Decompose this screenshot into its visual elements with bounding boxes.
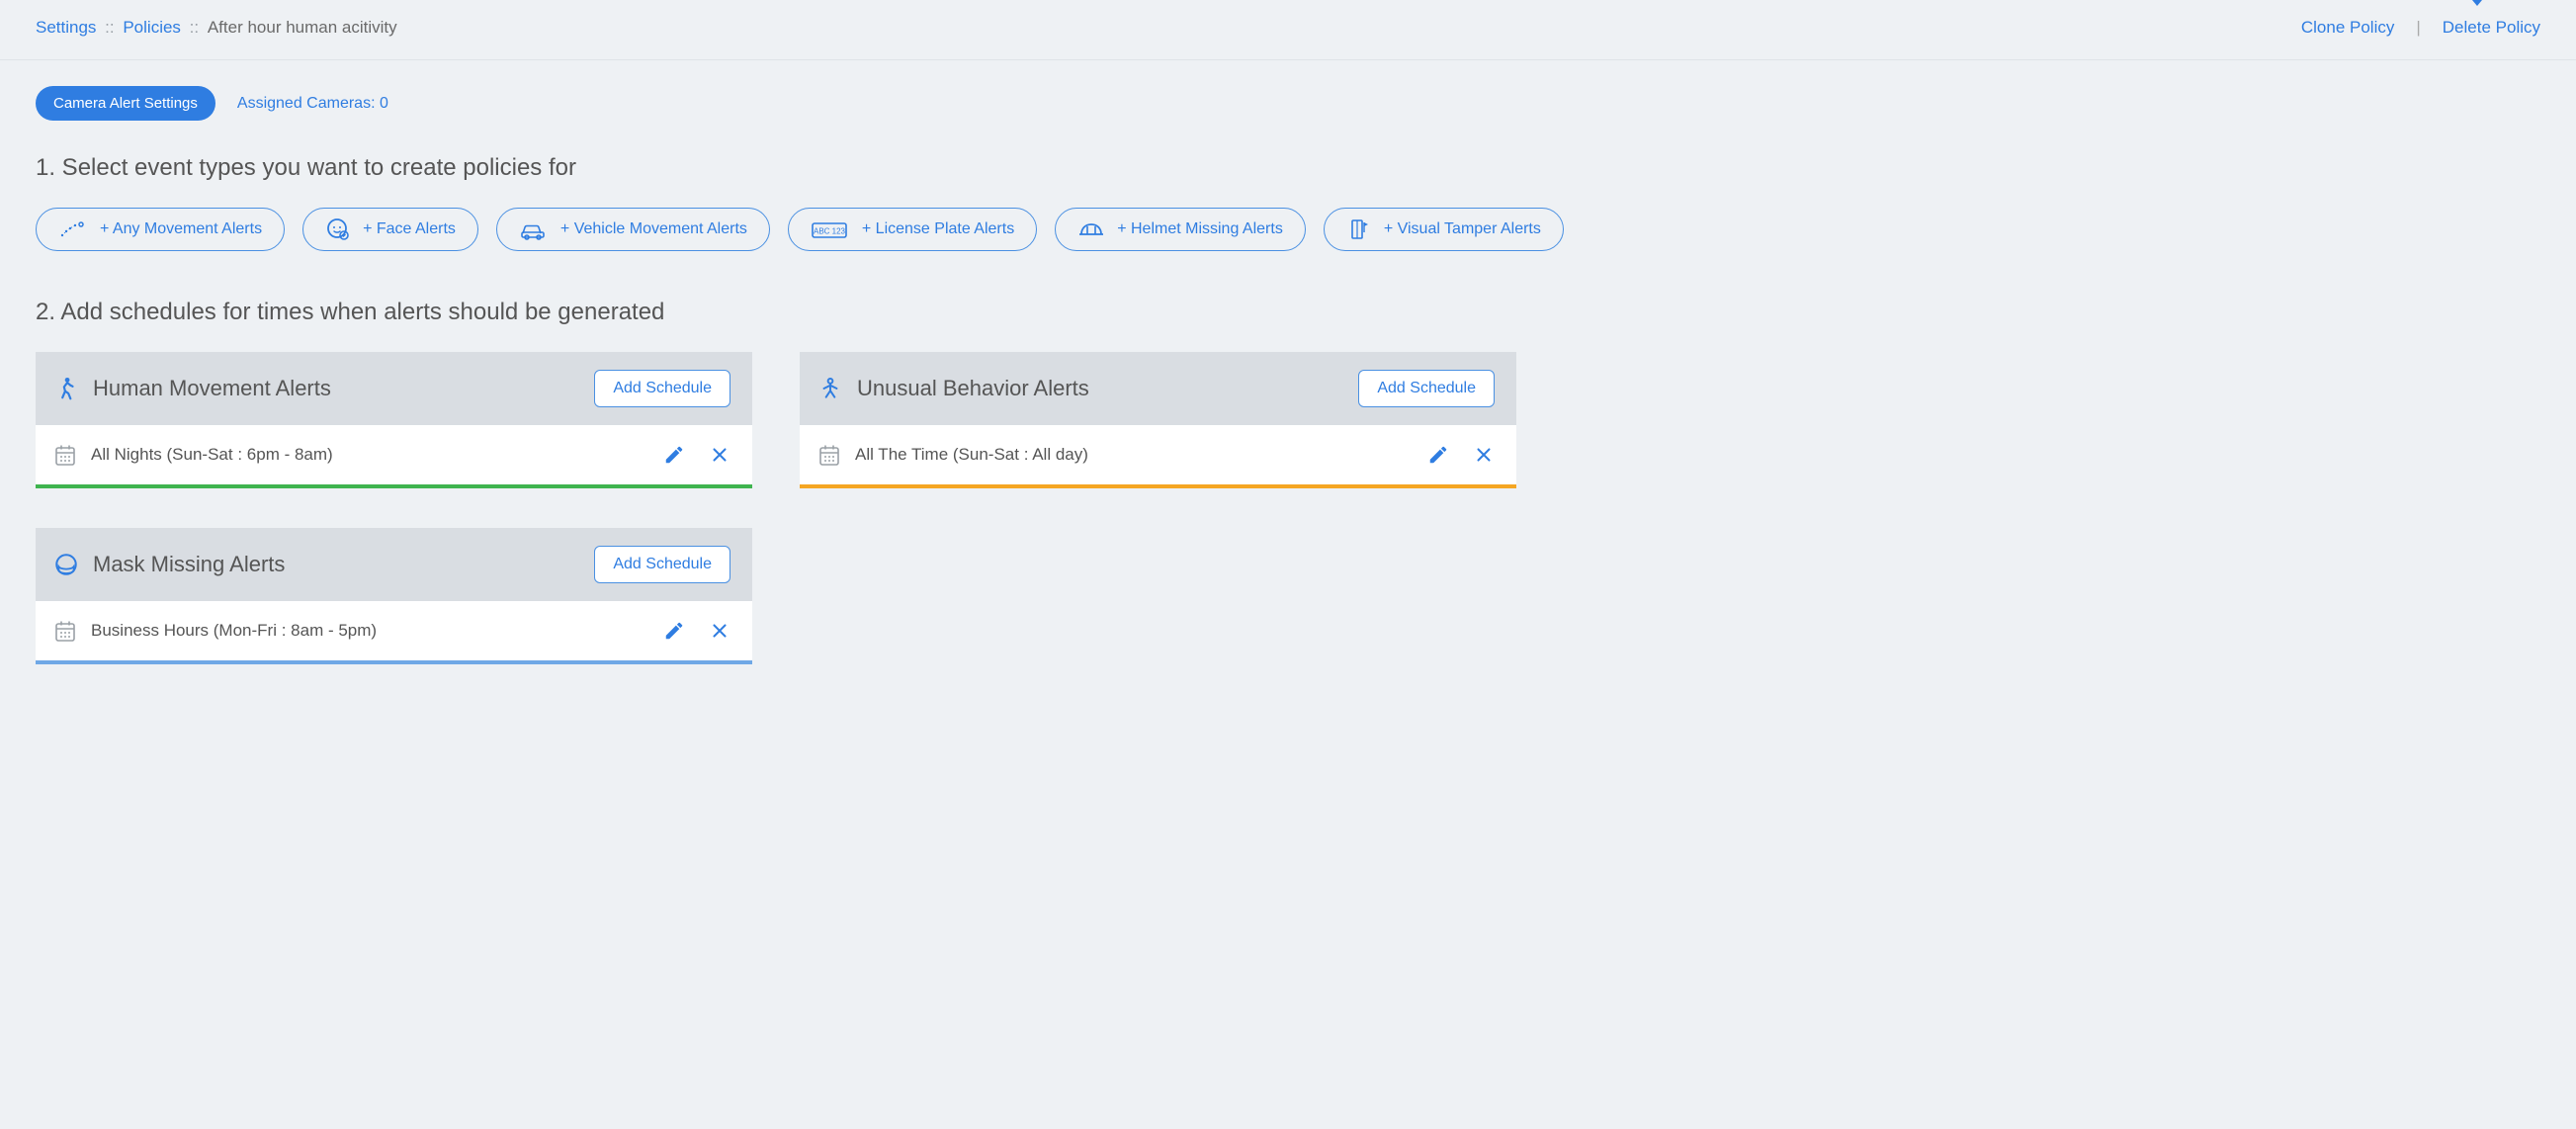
breadcrumb-current: After hour human acitivity [208, 18, 397, 37]
card-title-text: Unusual Behavior Alerts [857, 376, 1089, 401]
calendar-icon [53, 443, 77, 467]
section-2-title: 2. Add schedules for times when alerts s… [36, 299, 2540, 326]
breadcrumb-settings[interactable]: Settings [36, 18, 96, 37]
calendar-icon [53, 619, 77, 643]
delete-policy-link[interactable]: Delete Policy [2443, 18, 2540, 38]
card-mask-missing: Mask Missing Alerts Add Schedule Busines… [36, 528, 752, 664]
chip-label: + Vehicle Movement Alerts [560, 220, 747, 238]
page-body: Camera Alert Settings Assigned Cameras: … [0, 60, 2576, 724]
schedule-info: All The Time (Sun-Sat : All day) [817, 443, 1088, 467]
card-header: Mask Missing Alerts Add Schedule [36, 528, 752, 601]
section-1-title: 1. Select event types you want to create… [36, 154, 2540, 182]
schedule-text: All The Time (Sun-Sat : All day) [855, 445, 1088, 465]
card-title: Unusual Behavior Alerts [817, 376, 1089, 401]
dropdown-caret-icon [2467, 0, 2487, 6]
chip-helmet[interactable]: + Helmet Missing Alerts [1055, 208, 1306, 251]
chip-any-movement[interactable]: + Any Movement Alerts [36, 208, 285, 251]
helmet-icon [1077, 218, 1105, 240]
topbar: Settings :: Policies :: After hour human… [0, 0, 2576, 60]
close-icon[interactable] [1473, 444, 1495, 466]
calendar-icon [817, 443, 841, 467]
movement-dots-icon [58, 217, 88, 241]
edit-icon[interactable] [663, 620, 685, 642]
card-title: Mask Missing Alerts [53, 552, 285, 577]
card-unusual-behavior: Unusual Behavior Alerts Add Schedule All… [800, 352, 1516, 488]
add-schedule-button[interactable]: Add Schedule [1358, 370, 1495, 407]
add-schedule-button[interactable]: Add Schedule [594, 370, 730, 407]
schedule-row: All The Time (Sun-Sat : All day) [800, 425, 1516, 484]
tab-assigned-cameras[interactable]: Assigned Cameras: 0 [237, 95, 388, 113]
event-type-chips: + Any Movement Alerts + Face Alerts + Ve… [36, 208, 2540, 251]
schedule-info: All Nights (Sun-Sat : 6pm - 8am) [53, 443, 333, 467]
license-plate-icon [811, 217, 850, 242]
card-header: Human Movement Alerts Add Schedule [36, 352, 752, 425]
chip-tamper[interactable]: + Visual Tamper Alerts [1324, 208, 1564, 251]
chip-vehicle[interactable]: + Vehicle Movement Alerts [496, 208, 770, 251]
breadcrumb-sep: :: [190, 18, 204, 37]
breadcrumb-policies[interactable]: Policies [123, 18, 181, 37]
chip-label: + Helmet Missing Alerts [1117, 220, 1283, 238]
tabs: Camera Alert Settings Assigned Cameras: … [36, 86, 2540, 121]
schedule-row: Business Hours (Mon-Fri : 8am - 5pm) [36, 601, 752, 660]
breadcrumb-sep: :: [105, 18, 119, 37]
row-actions [1427, 444, 1495, 466]
unusual-behavior-icon [817, 376, 843, 401]
vehicle-icon [519, 217, 549, 241]
row-actions [663, 620, 730, 642]
chip-label: + Visual Tamper Alerts [1384, 220, 1541, 238]
chip-license-plate[interactable]: + License Plate Alerts [788, 208, 1037, 251]
schedule-info: Business Hours (Mon-Fri : 8am - 5pm) [53, 619, 377, 643]
card-accent-bar [36, 484, 752, 488]
schedule-row: All Nights (Sun-Sat : 6pm - 8am) [36, 425, 752, 484]
close-icon[interactable] [709, 444, 730, 466]
mask-icon [53, 552, 79, 577]
row-actions [663, 444, 730, 466]
chip-label: + Any Movement Alerts [100, 220, 262, 238]
walk-icon [53, 376, 79, 401]
edit-icon[interactable] [663, 444, 685, 466]
card-title-text: Human Movement Alerts [93, 376, 331, 401]
schedule-text: All Nights (Sun-Sat : 6pm - 8am) [91, 445, 333, 465]
close-icon[interactable] [709, 620, 730, 642]
schedule-cards: Human Movement Alerts Add Schedule All N… [36, 352, 2540, 664]
divider: | [2416, 18, 2420, 38]
top-actions: Clone Policy | Delete Policy [2301, 18, 2540, 38]
card-accent-bar [36, 660, 752, 664]
add-schedule-button[interactable]: Add Schedule [594, 546, 730, 583]
chip-label: + License Plate Alerts [862, 220, 1014, 238]
card-header: Unusual Behavior Alerts Add Schedule [800, 352, 1516, 425]
chip-face[interactable]: + Face Alerts [302, 208, 478, 251]
card-title: Human Movement Alerts [53, 376, 331, 401]
card-accent-bar [800, 484, 1516, 488]
card-human-movement: Human Movement Alerts Add Schedule All N… [36, 352, 752, 488]
breadcrumb: Settings :: Policies :: After hour human… [36, 18, 397, 38]
chip-label: + Face Alerts [363, 220, 456, 238]
clone-policy-link[interactable]: Clone Policy [2301, 18, 2395, 38]
card-title-text: Mask Missing Alerts [93, 552, 285, 577]
face-icon [325, 217, 351, 242]
tamper-icon [1346, 217, 1372, 242]
schedule-text: Business Hours (Mon-Fri : 8am - 5pm) [91, 621, 377, 641]
tab-camera-alert-settings[interactable]: Camera Alert Settings [36, 86, 215, 121]
edit-icon[interactable] [1427, 444, 1449, 466]
